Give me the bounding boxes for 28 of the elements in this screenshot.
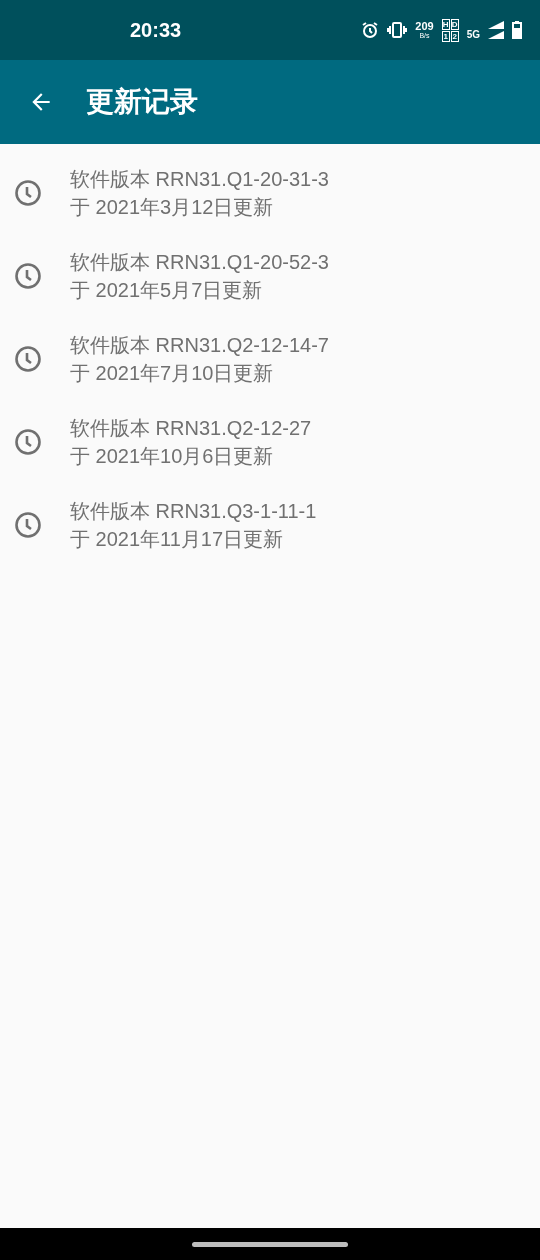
clock-icon [14,344,42,373]
speed-value: 209 [415,21,434,32]
page-title: 更新记录 [86,85,198,119]
version-text: 软件版本 RRN31.Q3-1-11-1 [70,498,317,524]
network-type: 5G [466,28,480,40]
home-handle[interactable] [192,1241,348,1247]
update-date: 于 2021年11月17日更新 [70,526,285,552]
clock-time: 20:33 [130,18,183,42]
update-date: 于 2021年10月6日更新 [70,443,275,469]
hd-mark: D [450,18,459,30]
clock-icon [14,261,42,290]
version-text: 软件版本 RRN31.Q1-20-31-3 [70,166,329,192]
vibrate-icon [387,22,408,38]
version-text: 软件版本 RRN31.Q2-12-27 [70,415,312,441]
signal-icon [488,21,504,39]
version-text: 软件版本 RRN31.Q2-12-14-7 [70,332,329,358]
clock-icon [14,178,42,207]
update-date: 于 2021年3月12日更新 [70,194,275,220]
battery-icon [512,21,522,39]
clock-icon [14,427,42,456]
version-text: 软件版本 RRN31.Q1-20-52-3 [70,249,329,275]
hd-mark: 2 [450,30,459,42]
clock-icon [14,510,42,539]
hd-mark: 1 [441,30,450,42]
alarm-icon [361,21,380,39]
update-date: 于 2021年7月10日更新 [70,360,275,386]
update-date: 于 2021年5月7日更新 [70,277,264,303]
hd-mark: H [441,18,450,30]
